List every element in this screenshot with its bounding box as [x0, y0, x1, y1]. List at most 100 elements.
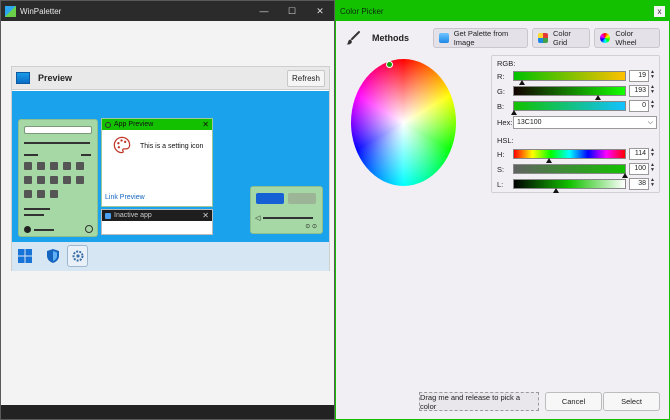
- cancel-button[interactable]: Cancel: [545, 392, 602, 411]
- preview-header: Preview Refresh: [12, 67, 329, 90]
- windows-logo-icon: [18, 249, 32, 263]
- pinned-app-tile: [37, 176, 45, 184]
- saturation-spinner[interactable]: ▲ ▼: [650, 163, 656, 175]
- pinned-app-tile: [24, 190, 32, 198]
- wheel-icon: [600, 33, 611, 43]
- green-slider-row: G: 193 ▲ ▼: [492, 85, 661, 100]
- hue-label: H:: [497, 150, 505, 159]
- title-bar[interactable]: Color Picker x: [336, 1, 669, 21]
- color-values-group: RGB: R: 19 ▲ ▼ G: 193 ▲ ▼ B: 0 ▲ ▼ Hex: …: [491, 55, 660, 193]
- pinned-app-tile: [76, 162, 84, 170]
- start-search-box: [24, 126, 92, 134]
- green-label: G:: [497, 87, 505, 96]
- color-wheel[interactable]: [351, 59, 456, 186]
- hue-value-input[interactable]: 114: [629, 148, 649, 160]
- settings-dots: ⊙ ⊙: [305, 224, 317, 230]
- refresh-button[interactable]: Refresh: [287, 69, 325, 87]
- pinned-app-tile: [63, 176, 71, 184]
- app-icon: [5, 5, 16, 17]
- brush-icon: [346, 31, 360, 45]
- palette-icon: [113, 136, 131, 154]
- green-spinner[interactable]: ▲ ▼: [650, 85, 656, 97]
- start-menu-line: [24, 214, 44, 216]
- lightness-label: L:: [497, 180, 504, 189]
- start-menu-line: [81, 154, 91, 156]
- preview-title: Preview: [38, 73, 73, 83]
- pinned-app-tile: [50, 190, 58, 198]
- blue-spinner[interactable]: ▲ ▼: [650, 100, 656, 112]
- title-bar[interactable]: WinPaletter — ☐ ✕: [1, 1, 334, 21]
- blue-value-input[interactable]: 0: [629, 100, 649, 112]
- lightness-slider-thumb[interactable]: [553, 188, 559, 193]
- hue-spinner[interactable]: ▲ ▼: [650, 148, 656, 160]
- red-slider-thumb[interactable]: [519, 80, 525, 85]
- maximize-button[interactable]: ☐: [278, 1, 306, 21]
- green-value-input[interactable]: 193: [629, 85, 649, 97]
- app-preview-title: App Preview: [114, 121, 154, 128]
- quick-setting-tile-active: [256, 193, 284, 204]
- color-wheel-disc[interactable]: [351, 59, 456, 186]
- quick-settings-preview[interactable]: ◁ ⊙ ⊙: [250, 186, 323, 234]
- setting-text: This is a setting icon: [140, 143, 204, 150]
- start-menu-preview[interactable]: [18, 119, 98, 237]
- hex-row: Hex: 13C100 ⌵: [492, 116, 661, 130]
- inactive-app-titlebar: Inactive app ✕: [102, 210, 212, 221]
- pinned-app-tile: [24, 176, 32, 184]
- hex-value: 13C100: [517, 119, 542, 126]
- hex-input[interactable]: 13C100 ⌵: [513, 116, 657, 129]
- drag-pick-button[interactable]: Drag me and release to pick a color: [419, 392, 539, 411]
- start-menu-line: [24, 154, 38, 156]
- minimize-button[interactable]: —: [250, 1, 278, 21]
- hex-label: Hex:: [497, 118, 513, 127]
- saturation-value-input[interactable]: 100: [629, 163, 649, 175]
- grid-icon: [538, 33, 548, 43]
- volume-icon: ◁: [255, 215, 261, 222]
- color-grid-button[interactable]: Color Grid: [532, 28, 590, 48]
- blue-slider-thumb[interactable]: [511, 110, 517, 115]
- red-slider-row: R: 19 ▲ ▼: [492, 70, 661, 85]
- red-label: R:: [497, 72, 505, 81]
- start-menu-line: [24, 208, 50, 210]
- taskbar-preview[interactable]: [12, 242, 329, 271]
- window-title: Color Picker: [340, 6, 384, 16]
- select-button[interactable]: Select: [603, 392, 660, 411]
- saturation-slider-thumb[interactable]: [622, 173, 628, 178]
- app-preview-window[interactable]: App Preview ✕ This is a setting icon Lin…: [101, 118, 213, 207]
- inactive-app-title: Inactive app: [114, 212, 152, 219]
- red-value-input[interactable]: 19: [629, 70, 649, 82]
- palette-from-image-button[interactable]: Get Palette from Image: [433, 28, 528, 48]
- winpaletter-window: WinPaletter — ☐ ✕ Preview Refresh App Pr…: [0, 0, 335, 420]
- lightness-spinner[interactable]: ▲ ▼: [650, 178, 656, 190]
- green-slider[interactable]: [513, 86, 626, 100]
- lightness-value-input[interactable]: 38: [629, 178, 649, 190]
- color-wheel-handle[interactable]: [386, 61, 393, 68]
- red-spinner[interactable]: ▲ ▼: [650, 70, 656, 82]
- desktop-preview: App Preview ✕ This is a setting icon Lin…: [12, 91, 329, 271]
- pinned-app-tile: [50, 176, 58, 184]
- start-menu-line: [24, 142, 90, 144]
- green-slider-thumb[interactable]: [595, 95, 601, 100]
- preview-panel: Preview Refresh App Preview ✕ This is a …: [11, 66, 330, 271]
- link-preview[interactable]: Link Preview: [105, 194, 145, 201]
- taskbar-gear-button: [67, 245, 88, 267]
- image-icon: [439, 33, 449, 43]
- inactive-app-window[interactable]: Inactive app ✕: [101, 209, 213, 235]
- blue-slider-row: B: 0 ▲ ▼: [492, 100, 661, 115]
- saturation-slider[interactable]: [513, 164, 628, 178]
- lightness-slider[interactable]: [513, 179, 626, 193]
- chevron-down-icon[interactable]: ⌵: [648, 117, 653, 128]
- color-wheel-button[interactable]: Color Wheel: [594, 28, 660, 48]
- close-button[interactable]: ✕: [306, 1, 334, 21]
- blue-label: B:: [497, 102, 505, 111]
- app-preview-titlebar: App Preview ✕: [102, 119, 212, 130]
- user-avatar: [24, 226, 31, 233]
- hue-slider-thumb[interactable]: [546, 158, 552, 163]
- blue-slider[interactable]: [511, 101, 626, 115]
- red-slider[interactable]: [513, 71, 626, 85]
- close-button[interactable]: x: [654, 5, 665, 17]
- pinned-app-tile: [37, 190, 45, 198]
- pinned-app-tile: [50, 162, 58, 170]
- palette-from-image-label: Get Palette from Image: [453, 29, 509, 47]
- hue-slider[interactable]: [513, 149, 626, 163]
- close-icon: ✕: [202, 210, 209, 220]
